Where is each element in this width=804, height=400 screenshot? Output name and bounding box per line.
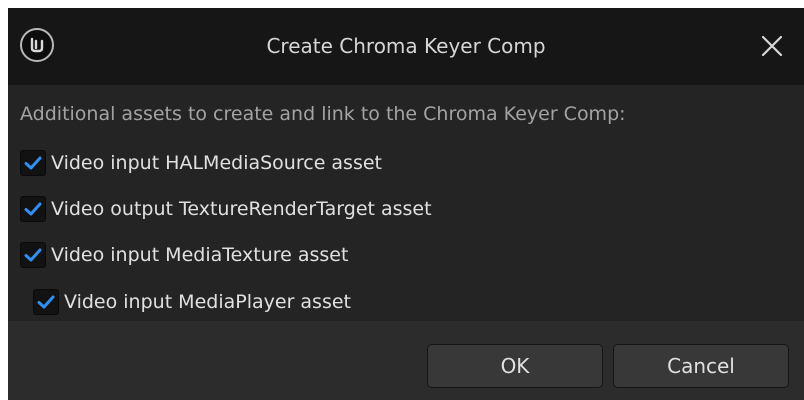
option-mediatexture[interactable]: Video input MediaTexture asset [20, 235, 348, 275]
checkmark-icon [24, 156, 42, 170]
option-texturerendertarget[interactable]: Video output TextureRenderTarget asset [20, 189, 432, 229]
dialog-window: Create Chroma Keyer Comp Additional asse… [8, 8, 804, 400]
description-text: Additional assets to create and link to … [20, 103, 626, 125]
option-label: Video input MediaPlayer asset [64, 291, 351, 313]
checkbox[interactable] [20, 242, 46, 268]
option-label: Video output TextureRenderTarget asset [51, 198, 432, 220]
option-label: Video input MediaTexture asset [51, 244, 349, 266]
option-halmediasource[interactable]: Video input HALMediaSource asset [20, 143, 382, 183]
dialog-footer: OK Cancel [8, 321, 804, 400]
checkbox[interactable] [33, 289, 59, 315]
option-label: Video input HALMediaSource asset [51, 152, 382, 174]
checkmark-icon [37, 295, 55, 309]
dialog-content: Additional assets to create and link to … [8, 85, 804, 321]
option-mediaplayer[interactable]: Video input MediaPlayer asset [33, 282, 351, 322]
ok-button[interactable]: OK [427, 344, 603, 388]
checkbox[interactable] [20, 196, 46, 222]
close-icon[interactable] [760, 34, 784, 58]
dialog-title: Create Chroma Keyer Comp [266, 34, 546, 58]
checkbox[interactable] [20, 150, 46, 176]
cancel-button[interactable]: Cancel [613, 344, 789, 388]
checkmark-icon [24, 202, 42, 216]
title-bar: Create Chroma Keyer Comp [8, 8, 804, 85]
checkmark-icon [24, 248, 42, 262]
